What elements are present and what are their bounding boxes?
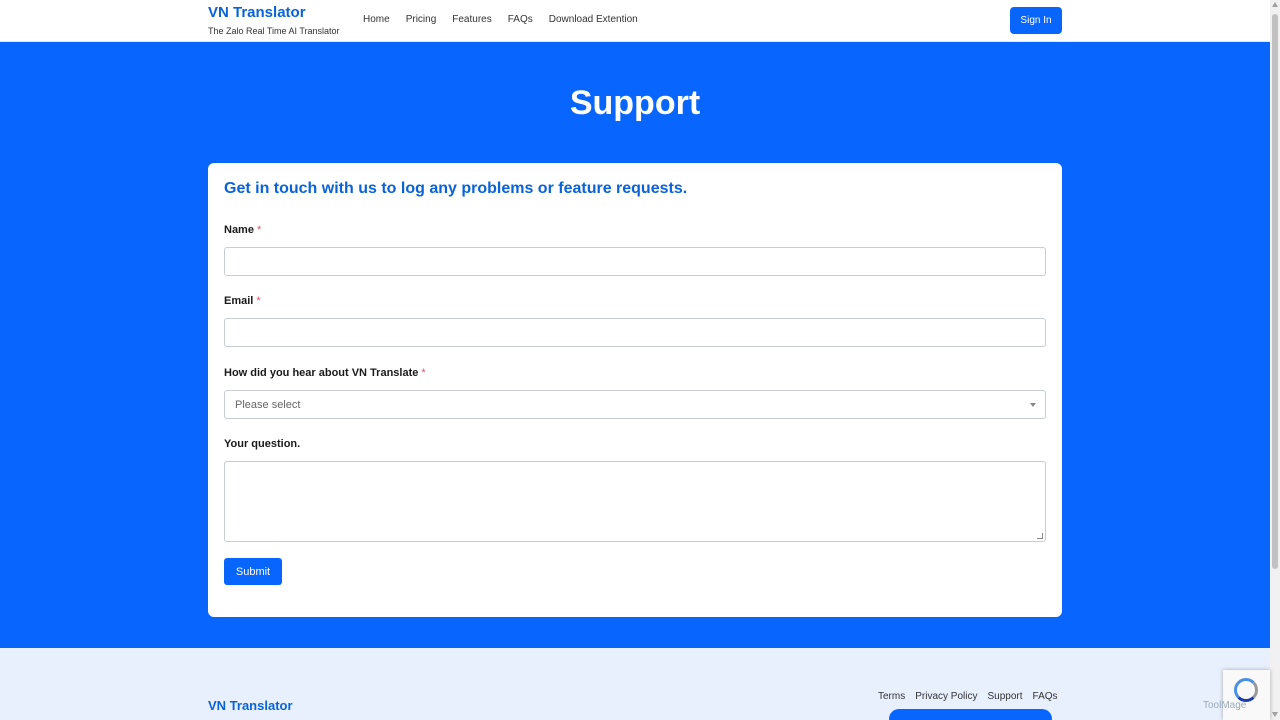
footer-faqs-link[interactable]: FAQs [1033, 691, 1058, 702]
email-label: Email * [224, 295, 261, 307]
submit-button[interactable]: Submit [224, 558, 282, 585]
brand-title[interactable]: VN Translator [208, 4, 340, 22]
support-form-card: Get in touch with us to log any problems… [208, 163, 1062, 617]
name-label: Name * [224, 224, 261, 236]
footer: VN Translator Terms Privacy Policy Suppo… [0, 648, 1270, 720]
support-section: Support Get in touch with us to log any … [0, 42, 1270, 648]
name-label-text: Name [224, 224, 254, 236]
recaptcha-badge[interactable] [1223, 670, 1270, 720]
watermark: ToolMage [1203, 700, 1247, 711]
required-marker: * [256, 224, 262, 236]
footer-brand[interactable]: VN Translator [208, 698, 293, 713]
required-marker: * [256, 295, 261, 307]
email-input[interactable] [224, 318, 1046, 347]
source-label-text: How did you hear about VN Translate [224, 367, 419, 379]
page-scrollbar[interactable] [1270, 0, 1280, 720]
scroll-up-arrow-icon[interactable] [1272, 2, 1278, 7]
question-textarea[interactable] [224, 461, 1046, 542]
recaptcha-icon [1234, 678, 1258, 702]
main-nav: Home Pricing Features FAQs Download Exte… [363, 14, 654, 25]
nav-pricing-link[interactable]: Pricing [406, 14, 437, 25]
top-nav-bar: VN Translator The Zalo Real Time AI Tran… [0, 0, 1270, 42]
footer-privacy-link[interactable]: Privacy Policy [915, 691, 977, 702]
required-marker: * [421, 367, 426, 379]
footer-links: Terms Privacy Policy Support FAQs [878, 691, 1068, 702]
hear-about-select[interactable]: Please select [224, 390, 1046, 419]
nav-home-link[interactable]: Home [363, 14, 390, 25]
brand-subtitle: The Zalo Real Time AI Translator [208, 26, 340, 36]
nav-download-extension-link[interactable]: Download Extention [549, 14, 638, 25]
select-placeholder: Please select [235, 399, 301, 411]
footer-terms-link[interactable]: Terms [878, 691, 905, 702]
brand[interactable]: VN Translator The Zalo Real Time AI Tran… [208, 4, 340, 36]
resize-handle-icon[interactable] [1037, 533, 1043, 539]
chevron-down-icon [1030, 403, 1036, 407]
footer-support-link[interactable]: Support [987, 691, 1022, 702]
question-label: Your question. [224, 438, 301, 450]
form-heading: Get in touch with us to log any problems… [224, 180, 688, 197]
footer-cta-button[interactable] [889, 709, 1052, 720]
scroll-down-arrow-icon[interactable] [1272, 712, 1278, 717]
page-title: Support [569, 84, 701, 122]
source-label: How did you hear about VN Translate * [224, 367, 426, 379]
name-input[interactable] [224, 247, 1046, 276]
email-label-text: Email [224, 295, 254, 307]
nav-features-link[interactable]: Features [452, 14, 491, 25]
scrollbar-thumb[interactable] [1272, 14, 1278, 569]
nav-faqs-link[interactable]: FAQs [508, 14, 533, 25]
sign-in-button[interactable]: Sign In [1010, 7, 1062, 34]
